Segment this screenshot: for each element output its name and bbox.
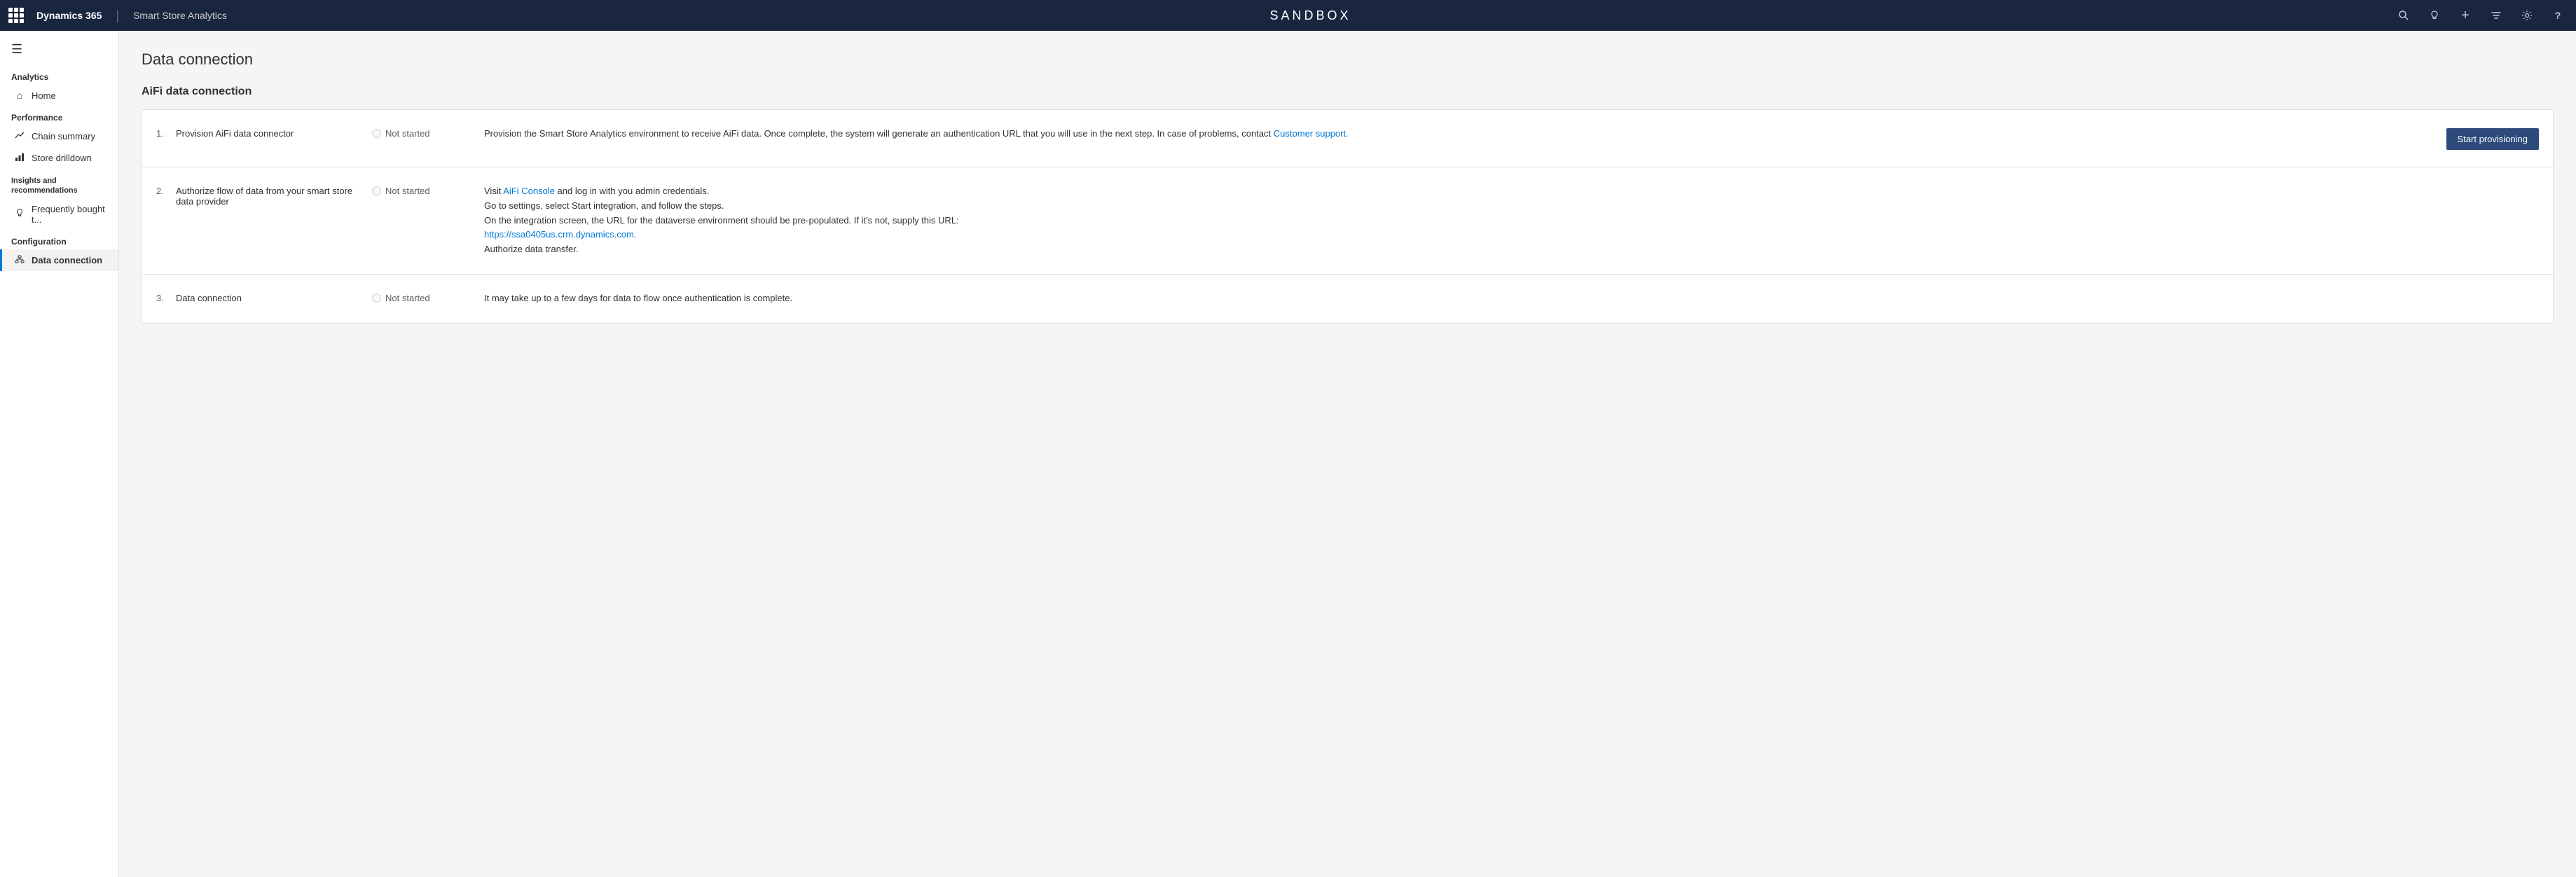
topbar-right: + ? [2394, 6, 2568, 25]
topbar-center: SANDBOX [227, 8, 2394, 23]
step-1-description: Provision the Smart Store Analytics envi… [484, 127, 2413, 141]
step-3-description: It may take up to a few days for data to… [484, 291, 2413, 306]
lightbulb-icon[interactable] [2425, 6, 2444, 25]
dataverse-url-link[interactable]: https://ssa0405us.crm.dynamics.com. [484, 229, 636, 240]
topbar-separator: | [116, 8, 119, 23]
home-icon: ⌂ [13, 90, 26, 101]
step-1-name: Provision AiFi data connector [176, 127, 372, 139]
chart-line-icon [13, 130, 26, 142]
settings-icon[interactable] [2517, 6, 2537, 25]
step-1-status-radio [372, 129, 381, 138]
step-1-action: Start provisioning [2413, 127, 2539, 150]
sidebar-item-data-connection[interactable]: Data connection [0, 249, 118, 271]
filter-icon[interactable] [2486, 6, 2506, 25]
sidebar-section-analytics: Analytics [0, 65, 118, 85]
sidebar-section-insights: Insights and recommendations [0, 169, 118, 199]
sidebar-hamburger[interactable]: ☰ [0, 36, 118, 65]
section-title: AiFi data connection [142, 85, 2554, 98]
step-3-action [2413, 291, 2539, 293]
step-1-number: 1. [156, 127, 176, 139]
sidebar-item-store-drilldown[interactable]: Store drilldown [0, 147, 118, 169]
page-title: Data connection [142, 50, 2554, 69]
step-2-status-radio [372, 186, 381, 195]
sidebar-item-chain-summary-label: Chain summary [32, 131, 95, 141]
step-2-number: 2. [156, 184, 176, 196]
topbar: Dynamics 365 | Smart Store Analytics SAN… [0, 0, 2576, 31]
step-3-row: 3. Data connection Not started It may ta… [142, 275, 2553, 323]
sidebar-item-frequently-bought[interactable]: Frequently bought t... [0, 199, 118, 230]
steps-card: 1. Provision AiFi data connector Not sta… [142, 109, 2554, 324]
sidebar-item-store-drilldown-label: Store drilldown [32, 153, 92, 163]
sidebar-item-frequently-bought-label: Frequently bought t... [32, 204, 107, 225]
step-2-status-label: Not started [385, 186, 430, 196]
step-3-status: Not started [372, 291, 484, 303]
step-3-number: 3. [156, 291, 176, 303]
step-3-status-radio [372, 294, 381, 303]
data-connection-icon [13, 254, 26, 266]
step-1-row: 1. Provision AiFi data connector Not sta… [142, 110, 2553, 167]
step-3-name: Data connection [176, 291, 372, 303]
step-1-status-label: Not started [385, 128, 430, 139]
layout: ☰ Analytics ⌂ Home Performance Chain sum… [0, 31, 2576, 877]
add-icon[interactable]: + [2456, 6, 2475, 25]
customer-support-link[interactable]: Customer support. [1274, 128, 1349, 139]
sidebar-section-configuration: Configuration [0, 230, 118, 249]
step-1-status: Not started [372, 127, 484, 139]
start-provisioning-button[interactable]: Start provisioning [2446, 128, 2539, 150]
aifi-console-link[interactable]: AiFi Console [503, 186, 555, 196]
sidebar-section-performance: Performance [0, 106, 118, 125]
waffle-icon[interactable] [8, 8, 24, 23]
help-icon[interactable]: ? [2548, 6, 2568, 25]
main-content: Data connection AiFi data connection 1. … [119, 31, 2576, 877]
brand-label: Dynamics 365 [36, 10, 102, 21]
sidebar-item-chain-summary[interactable]: Chain summary [0, 125, 118, 147]
sidebar-item-data-connection-label: Data connection [32, 255, 102, 265]
step-2-action [2413, 184, 2539, 186]
step-3-status-label: Not started [385, 293, 430, 303]
sidebar-item-home-label: Home [32, 90, 56, 101]
topbar-left: Dynamics 365 | Smart Store Analytics [8, 8, 227, 23]
bar-chart-icon [13, 152, 26, 164]
search-icon[interactable] [2394, 6, 2413, 25]
step-2-name: Authorize flow of data from your smart s… [176, 184, 372, 207]
step-2-row: 2. Authorize flow of data from your smar… [142, 167, 2553, 275]
app-name-label: Smart Store Analytics [133, 10, 227, 21]
sidebar: ☰ Analytics ⌂ Home Performance Chain sum… [0, 31, 119, 877]
step-2-description: Visit AiFi Console and log in with you a… [484, 184, 2413, 257]
lightbulb-sidebar-icon [13, 208, 26, 220]
sandbox-label: SANDBOX [1269, 8, 1351, 23]
step-2-status: Not started [372, 184, 484, 196]
sidebar-item-home[interactable]: ⌂ Home [0, 85, 118, 106]
